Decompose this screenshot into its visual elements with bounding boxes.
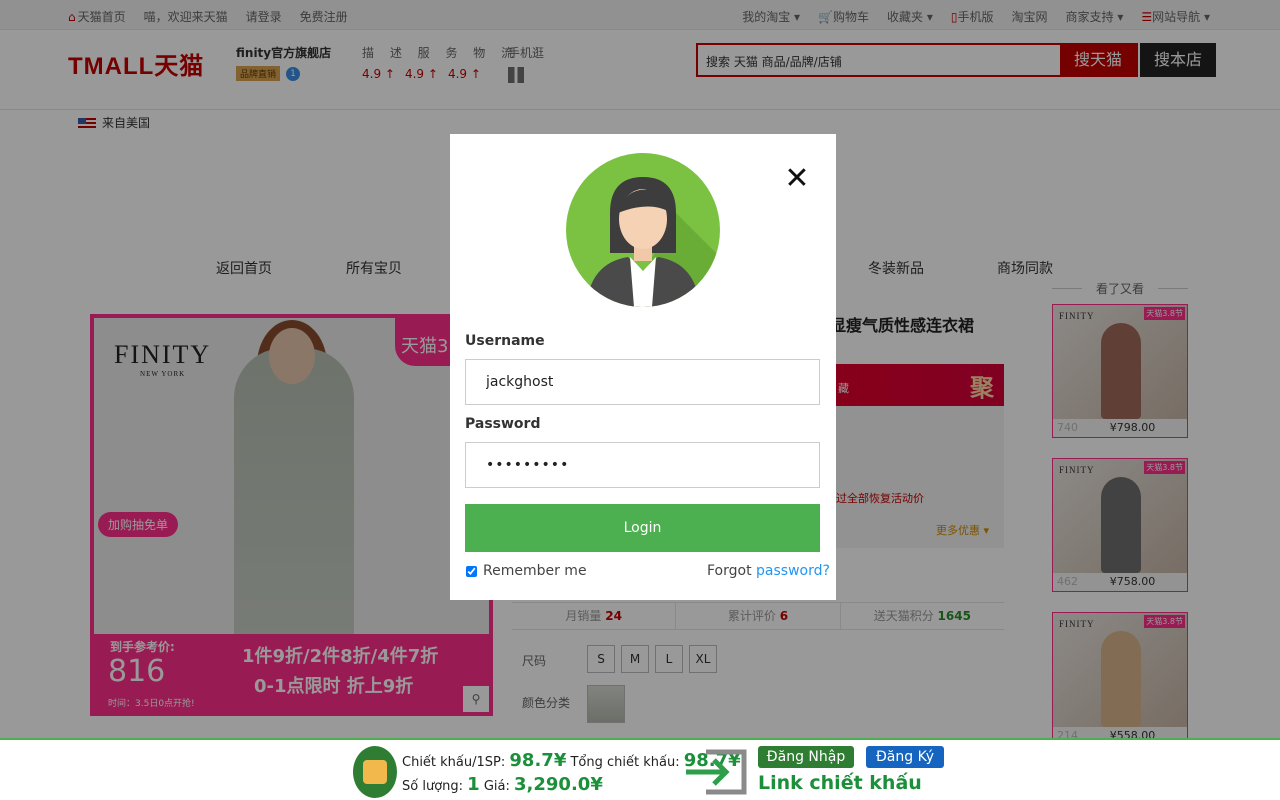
close-icon[interactable]: ✕ [784, 164, 810, 194]
remember-me-checkbox[interactable] [466, 565, 477, 577]
quantity-line: Số lượng: 1 Giá: 3,290.0¥ [402, 774, 603, 795]
forgot-prefix: Forgot [707, 563, 757, 579]
forgot-password-link[interactable]: password? [756, 563, 830, 579]
ext-register-button[interactable]: Đăng Ký [866, 746, 944, 768]
remember-me[interactable]: Remember me [466, 563, 587, 579]
discount-link[interactable]: Link chiết khấu [758, 772, 922, 794]
discount-label: Chiết khấu/1SP: [402, 755, 506, 770]
woman-avatar-icon [586, 177, 720, 307]
password-field[interactable] [465, 442, 820, 488]
login-button[interactable]: Login [465, 504, 820, 552]
username-label: Username [465, 333, 545, 349]
password-label: Password [465, 416, 541, 432]
sign-in-arrow-icon [686, 749, 747, 795]
remember-me-label: Remember me [483, 563, 587, 579]
extension-bar: Chiết khấu/1SP: 98.7¥ Tổng chiết khấu: 9… [0, 738, 1280, 800]
price-value: 3,290.0¥ [514, 774, 603, 795]
quantity-value: 1 [467, 774, 480, 795]
ext-login-button[interactable]: Đăng Nhập [758, 746, 854, 768]
user-avatar [566, 153, 720, 307]
discount-value: 98.7¥ [509, 750, 567, 771]
total-discount-label: Tổng chiết khấu: [570, 755, 680, 770]
forgot-password: Forgot password? [707, 563, 830, 579]
extension-logo-icon [353, 746, 397, 798]
price-label: Giá: [483, 779, 510, 794]
quantity-label: Số lượng: [402, 779, 464, 794]
username-field[interactable] [465, 359, 820, 405]
